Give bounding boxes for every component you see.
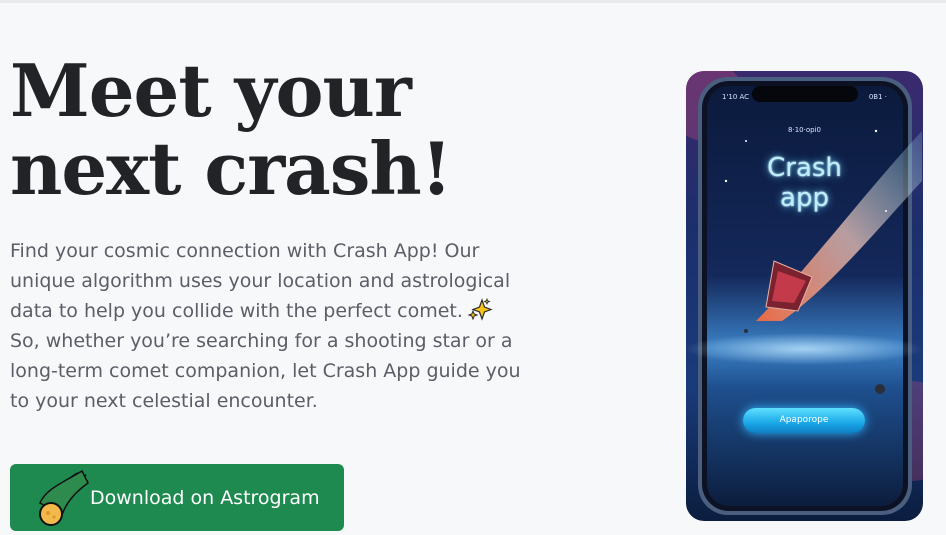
phone-app-button: Apaporope <box>743 408 865 433</box>
hero-description-line-3: data to help you collide with the perfec… <box>10 296 520 326</box>
hero-description-line-3-text: data to help you collide with the perfec… <box>10 300 463 322</box>
hero-description-line-1: Find your cosmic connection with Crash A… <box>10 240 480 262</box>
phone-app-title-line-1: Crash <box>767 153 842 183</box>
comet-icon <box>39 469 89 526</box>
hero-description-line-6: to your next celestial encounter. <box>10 390 318 412</box>
hero-title-line-2: next crash! <box>10 126 452 211</box>
app-promo-image: 1'10 AC 0B1 · 8·10·opi0 Crash app Apapor… <box>686 71 923 521</box>
download-button[interactable]: Download on Astrogram <box>10 464 344 531</box>
hero-description-line-5: long-term comet companion, let Crash App… <box>10 360 521 382</box>
download-button-label: Download on Astrogram <box>90 486 320 509</box>
top-divider <box>0 0 946 3</box>
phone-time: 8·10·opi0 <box>788 126 821 134</box>
hero-title-line-1: Meet your <box>10 48 412 133</box>
phone-app-title: Crash app <box>686 153 923 213</box>
phone-status-left: 1'10 AC <box>722 93 750 101</box>
hero-description: Find your cosmic connection with Crash A… <box>10 236 521 416</box>
hero-description-line-2: unique algorithm uses your location and … <box>10 270 511 292</box>
sparkles-icon <box>467 298 493 321</box>
phone-status-right: 0B1 · <box>868 93 887 101</box>
phone-illustration <box>686 71 923 521</box>
hero-title: Meet your next crash! <box>10 52 570 208</box>
phone-app-title-line-2: app <box>780 183 829 213</box>
hero-description-line-4: So, whether you’re searching for a shoot… <box>10 330 513 352</box>
